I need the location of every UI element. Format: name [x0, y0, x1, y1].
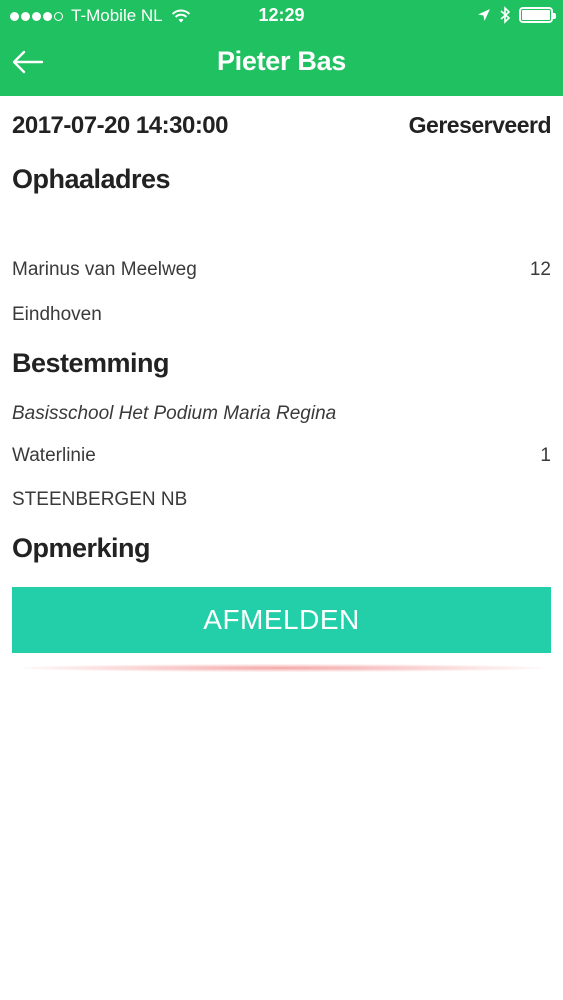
destination-street: Waterlinie [12, 445, 96, 466]
destination-heading: Bestemming [12, 348, 170, 378]
status-bar-right [469, 6, 556, 24]
pickup-street-row: Marinus van Meelweg 12 [12, 259, 551, 281]
ride-datetime: 2017-07-20 14:30:00 [12, 112, 229, 139]
cancel-ride-button[interactable]: AFMELDEN [12, 587, 551, 653]
pickup-city-row: Eindhoven [12, 304, 551, 326]
ride-summary-row: 2017-07-20 14:30:00 Gereserveerd [12, 112, 552, 140]
button-shadow [20, 664, 544, 672]
destination-city: STEENBERGEN NB [12, 489, 188, 510]
pickup-city: Eindhoven [12, 304, 102, 325]
app-header: T-Mobile NL 12:29 Pieter Bas [0, 0, 563, 96]
bluetooth-icon [500, 6, 511, 24]
battery-icon [519, 7, 556, 23]
remark-heading: Opmerking [12, 533, 151, 563]
pickup-number: 12 [529, 259, 551, 280]
status-bar: T-Mobile NL 12:29 [0, 0, 563, 32]
destination-street-row: Waterlinie 1 [12, 445, 551, 467]
pickup-street: Marinus van Meelweg [12, 259, 197, 280]
destination-city-row: STEENBERGEN NB [12, 489, 551, 511]
ride-status: Gereserveerd [408, 112, 552, 138]
page-title: Pieter Bas [216, 46, 347, 76]
nav-bar: Pieter Bas [0, 32, 563, 96]
destination-name: Basisschool Het Podium Maria Regina [12, 403, 337, 424]
destination-number: 1 [540, 445, 551, 466]
location-arrow-icon [478, 9, 490, 21]
pickup-heading: Ophaaladres [12, 164, 171, 194]
destination-name-row: Basisschool Het Podium Maria Regina [12, 403, 551, 425]
